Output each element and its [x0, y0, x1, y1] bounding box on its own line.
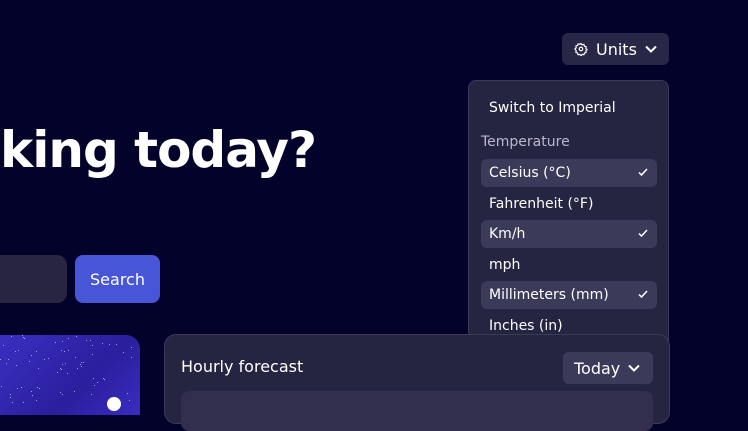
star-dot [16, 365, 17, 366]
star-dot [31, 355, 32, 356]
star-dot [91, 394, 92, 395]
star-dot [39, 388, 40, 389]
star-dot [44, 359, 45, 360]
star-dot [81, 362, 82, 363]
star-dot [22, 335, 23, 336]
star-dot [81, 366, 82, 367]
check-icon [638, 229, 648, 238]
star-dot [93, 378, 94, 379]
unit-option-fahrenheit[interactable]: Fahrenheit (°F) [481, 190, 657, 218]
check-icon [638, 290, 648, 299]
star-dot [61, 350, 62, 351]
star-dot [6, 363, 7, 364]
star-dot [127, 393, 128, 394]
star-dot [131, 357, 132, 358]
star-dot [104, 379, 105, 380]
star-dot [31, 391, 32, 392]
units-button[interactable]: Units [562, 33, 669, 65]
star-dot [0, 359, 1, 360]
star-dot [86, 340, 87, 341]
star-dot [38, 368, 39, 369]
switch-to-imperial-option[interactable]: Switch to Imperial [489, 100, 616, 116]
star-dot [74, 391, 75, 392]
star-dot [75, 357, 76, 358]
unit-option-label: Celsius (°C) [489, 165, 571, 181]
unit-option-label: Inches (in) [489, 318, 563, 334]
unit-option-millimeters[interactable]: Millimeters (mm) [481, 281, 657, 309]
star-dot [80, 364, 81, 365]
star-dot [65, 363, 66, 364]
star-dot [109, 344, 110, 345]
unit-option-label: Fahrenheit (°F) [489, 196, 594, 212]
star-dot [83, 362, 84, 363]
day-select-value: Today [574, 358, 621, 378]
star-dot [21, 387, 22, 388]
star-dot [57, 372, 58, 373]
star-dot [62, 394, 63, 395]
unit-option-celsius[interactable]: Celsius (°C) [481, 159, 657, 187]
star-dot [36, 400, 37, 401]
search-button[interactable]: Search [75, 255, 160, 303]
star-dot [94, 385, 95, 386]
star-dot [92, 345, 93, 346]
temperature-section-label: Temperature [481, 134, 570, 150]
star-dot [131, 347, 132, 348]
star-dot [10, 397, 11, 398]
star-dot [77, 368, 78, 369]
star-dot [48, 358, 49, 359]
gear-icon [574, 42, 588, 56]
units-dropdown: Switch to Imperial Temperature Celsius (… [468, 80, 669, 352]
star-dot [76, 336, 77, 337]
unit-option-label: Km/h [489, 226, 526, 242]
star-dot [67, 373, 68, 374]
star-dot [123, 352, 124, 353]
day-select[interactable]: Today [563, 352, 653, 384]
current-weather-card [0, 335, 140, 415]
star-dot [18, 350, 19, 351]
star-dot [15, 351, 16, 352]
page-heading: king today? [0, 121, 317, 179]
star-dot [62, 364, 63, 365]
chevron-down-icon [645, 45, 657, 53]
star-dot [68, 350, 69, 351]
unit-option-kmh[interactable]: Km/h [481, 220, 657, 248]
star-dot [37, 387, 38, 388]
star-dot [36, 351, 37, 352]
moon-icon [107, 397, 121, 411]
chevron-down-icon [628, 364, 640, 372]
search-button-label: Search [90, 269, 145, 289]
star-dot [68, 338, 69, 339]
star-dot [64, 351, 65, 352]
star-dot [55, 342, 56, 343]
hourly-forecast-title: Hourly forecast [181, 357, 304, 376]
star-dot [10, 394, 11, 395]
star-dot [3, 345, 4, 346]
star-dot [32, 395, 33, 396]
units-button-label: Units [596, 39, 637, 59]
star-dot [17, 388, 18, 389]
check-icon [638, 168, 648, 177]
star-dot [129, 400, 130, 401]
star-dot [116, 344, 117, 345]
unit-option-label: mph [489, 257, 521, 273]
hourly-forecast-panel: Hourly forecast Today [164, 334, 670, 431]
star-dot [61, 369, 62, 370]
unit-option-mph[interactable]: mph [481, 251, 657, 279]
star-dot [62, 341, 63, 342]
star-dot [102, 343, 103, 344]
unit-option-label: Millimeters (mm) [489, 287, 609, 303]
star-dot [92, 354, 93, 355]
star-dot [90, 340, 91, 341]
search-input[interactable] [0, 255, 67, 303]
star-dot [8, 359, 9, 360]
star-dot [60, 392, 61, 393]
hourly-forecast-row [181, 391, 653, 431]
star-dot [29, 361, 30, 362]
star-dot [11, 336, 12, 337]
star-dot [1, 386, 2, 387]
star-dot [24, 338, 25, 339]
star-dot [97, 382, 98, 383]
